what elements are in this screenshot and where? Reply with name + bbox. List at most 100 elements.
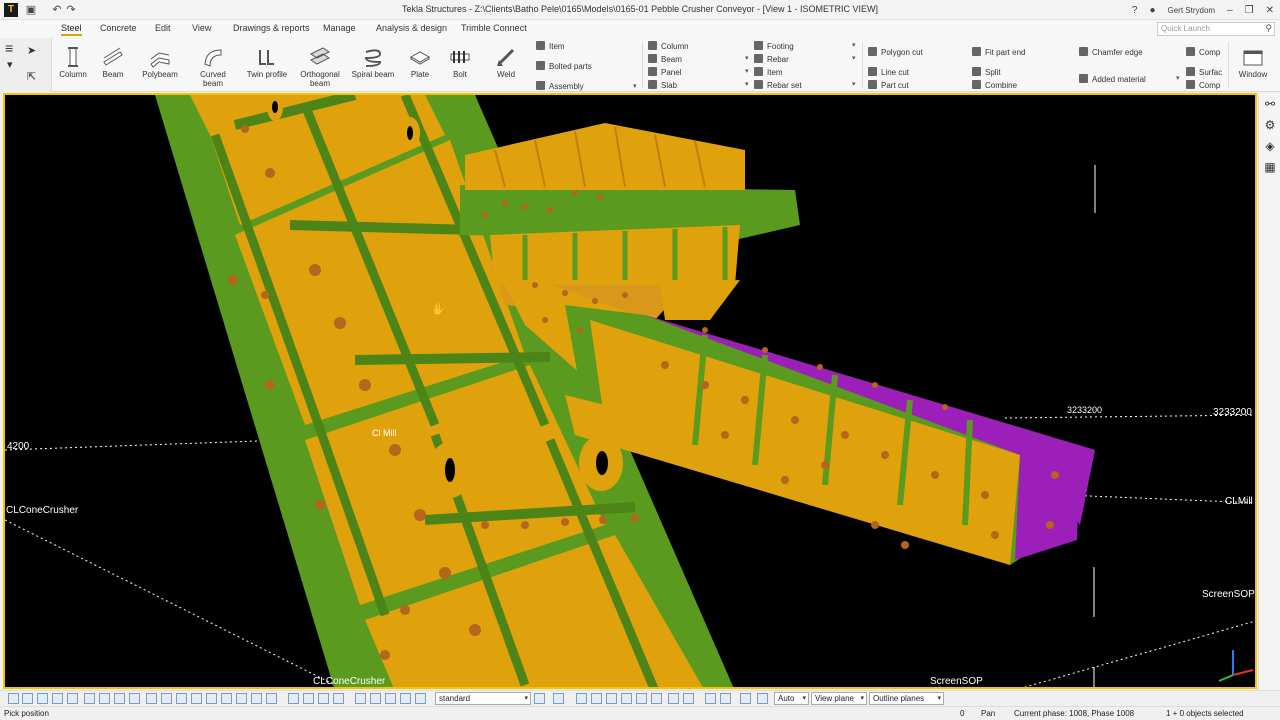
component-button[interactable]: Comp: [1186, 47, 1220, 59]
select-cuts-icon[interactable]: [114, 693, 125, 704]
select-single-bolt-icon[interactable]: [161, 693, 172, 704]
footing-dropdown-chevron-icon[interactable]: ▾: [852, 41, 856, 49]
snap-reference-lines-icon[interactable]: [288, 693, 299, 704]
rebar-button[interactable]: Rebar: [754, 54, 789, 66]
rebar-set-dropdown-chevron-icon[interactable]: ▾: [852, 80, 856, 88]
select-surface-icon[interactable]: [37, 693, 48, 704]
select-grid-icon[interactable]: [67, 693, 78, 704]
snap-end-points-icon[interactable]: [385, 693, 396, 704]
twin-profile-button[interactable]: Twin profile: [244, 46, 290, 90]
weld-button[interactable]: Weld: [483, 46, 529, 90]
bolt-button[interactable]: Bolt: [437, 46, 483, 90]
snap-perpendicular-icon[interactable]: [591, 693, 602, 704]
edit-more-chevron-icon[interactable]: ▾: [1176, 74, 1180, 82]
filter-settings-icon[interactable]: [534, 693, 545, 704]
added-material-button[interactable]: Added material: [1079, 74, 1146, 86]
steel-item-button[interactable]: Item: [536, 41, 565, 53]
spiral-beam-button[interactable]: Spiral beam: [350, 46, 396, 90]
snap-nearest-points-icon[interactable]: [318, 693, 329, 704]
select-all-icon[interactable]: [8, 693, 19, 704]
select-gridline-icon[interactable]: [84, 693, 95, 704]
tab-trimble-connect[interactable]: Trimble Connect: [461, 23, 527, 33]
fit-part-end-button[interactable]: Fit part end: [972, 47, 1025, 59]
select-box-icon[interactable]: [757, 693, 768, 704]
select-assemblies-icon[interactable]: [236, 693, 247, 704]
restore-button[interactable]: ❐: [1239, 5, 1260, 16]
beam-button[interactable]: Beam: [90, 46, 136, 90]
tab-steel[interactable]: Steel: [61, 23, 82, 36]
concrete-item-button[interactable]: Item: [754, 67, 783, 79]
select-parts-icon[interactable]: [22, 693, 33, 704]
collapse-arrow-icon[interactable]: ▾: [7, 58, 13, 71]
select-pointer-icon[interactable]: ➤: [27, 44, 36, 57]
split-button[interactable]: Split: [972, 67, 1001, 79]
select-objects-in-components-icon[interactable]: [251, 693, 262, 704]
line-cut-button[interactable]: Line cut: [868, 67, 909, 79]
tab-concrete[interactable]: Concrete: [100, 23, 137, 33]
model-3d-render[interactable]: ✋: [5, 95, 1257, 689]
snap-midpoints-icon[interactable]: [415, 693, 426, 704]
snap-free-icon[interactable]: [636, 693, 647, 704]
work-plane-select[interactable]: View plane ▾: [811, 692, 867, 705]
panel-dropdown-chevron-icon[interactable]: ▾: [745, 67, 749, 75]
minimize-button[interactable]: –: [1221, 5, 1239, 16]
snap-geometry-lines-icon[interactable]: [303, 693, 314, 704]
snap-tangent-icon[interactable]: [683, 693, 694, 704]
part-cut-button[interactable]: Part cut: [868, 80, 909, 92]
polygon-cut-button[interactable]: Polygon cut: [868, 47, 923, 59]
close-button[interactable]: ✕: [1260, 5, 1280, 16]
snap-to-reference-points-icon[interactable]: [355, 693, 366, 704]
snap-line-extension-icon[interactable]: [621, 693, 632, 704]
search-icon[interactable]: ⚲: [1265, 23, 1272, 34]
hamburger-menu-icon[interactable]: ≡: [5, 40, 13, 56]
snap-intersection-icon[interactable]: [576, 693, 587, 704]
snap-to-points-icon[interactable]: [370, 693, 381, 704]
beam-dropdown-chevron-icon[interactable]: ▾: [745, 54, 749, 62]
select-distances-icon[interactable]: [206, 693, 217, 704]
select-components-icon[interactable]: [221, 693, 232, 704]
user-icon[interactable]: ●: [1143, 5, 1161, 16]
select-reinforcing-icon[interactable]: [176, 693, 187, 704]
selection-filter-select[interactable]: standard ▾: [435, 692, 531, 705]
snap-plane-select[interactable]: Outline planes ▾: [869, 692, 944, 705]
tab-analysis-design[interactable]: Analysis & design: [376, 23, 447, 33]
quick-launch-input[interactable]: Quick Launch ⚲: [1157, 22, 1275, 36]
combine-button[interactable]: Combine: [972, 80, 1017, 92]
snap-centers-icon[interactable]: [400, 693, 411, 704]
rebar-set-button[interactable]: Rebar set: [754, 80, 802, 92]
help-icon[interactable]: ?: [1126, 5, 1144, 16]
snap-grid-point-icon[interactable]: [668, 693, 679, 704]
concrete-column-button[interactable]: Column: [648, 41, 689, 53]
user-name[interactable]: Gert Strydom: [1162, 6, 1222, 15]
component-2-button[interactable]: Comp: [1186, 80, 1220, 92]
tab-view[interactable]: View: [192, 23, 211, 33]
chamfer-edge-button[interactable]: Chamfer edge: [1079, 47, 1143, 59]
assembly-button[interactable]: Assembly: [536, 81, 584, 93]
select-objects-in-assemblies-icon[interactable]: [266, 693, 277, 704]
pick-icon[interactable]: [553, 693, 564, 704]
steel-more-chevron-icon[interactable]: ▾: [633, 82, 637, 90]
concrete-panel-button[interactable]: Panel: [648, 67, 681, 79]
smart-select-icon[interactable]: [720, 693, 731, 704]
link-icon[interactable]: ⚯: [1262, 96, 1278, 112]
select-welds-icon[interactable]: [99, 693, 110, 704]
settings-gear-icon[interactable]: ⚙: [1262, 117, 1278, 133]
rebar-dropdown-chevron-icon[interactable]: ▾: [852, 54, 856, 62]
snap-override-icon[interactable]: [651, 693, 662, 704]
status-phase[interactable]: Current phase: 1008, Phase 1008: [1014, 709, 1134, 718]
ortho-icon[interactable]: [705, 693, 716, 704]
applications-grid-icon[interactable]: ▦: [1262, 159, 1278, 175]
snap-any-position-icon[interactable]: [333, 693, 344, 704]
selection-switch-icon[interactable]: ⇱: [27, 70, 36, 83]
drag-drop-icon[interactable]: [740, 693, 751, 704]
select-views-icon[interactable]: [129, 693, 140, 704]
curved-beam-button[interactable]: Curved beam: [190, 46, 236, 90]
surface-button[interactable]: Surfac: [1186, 67, 1222, 79]
concrete-slab-button[interactable]: Slab: [648, 80, 677, 92]
model-viewport[interactable]: ✋ 4200 CLConeCrusher Cl Mill 3233200 323…: [3, 93, 1257, 689]
snap-extension-icon[interactable]: [606, 693, 617, 704]
tab-edit[interactable]: Edit: [155, 23, 171, 33]
catalog-cube-icon[interactable]: ◈: [1262, 138, 1278, 154]
orthogonal-beam-button[interactable]: Orthogonal beam: [297, 46, 343, 90]
plane-mode-select[interactable]: Auto ▾: [774, 692, 809, 705]
